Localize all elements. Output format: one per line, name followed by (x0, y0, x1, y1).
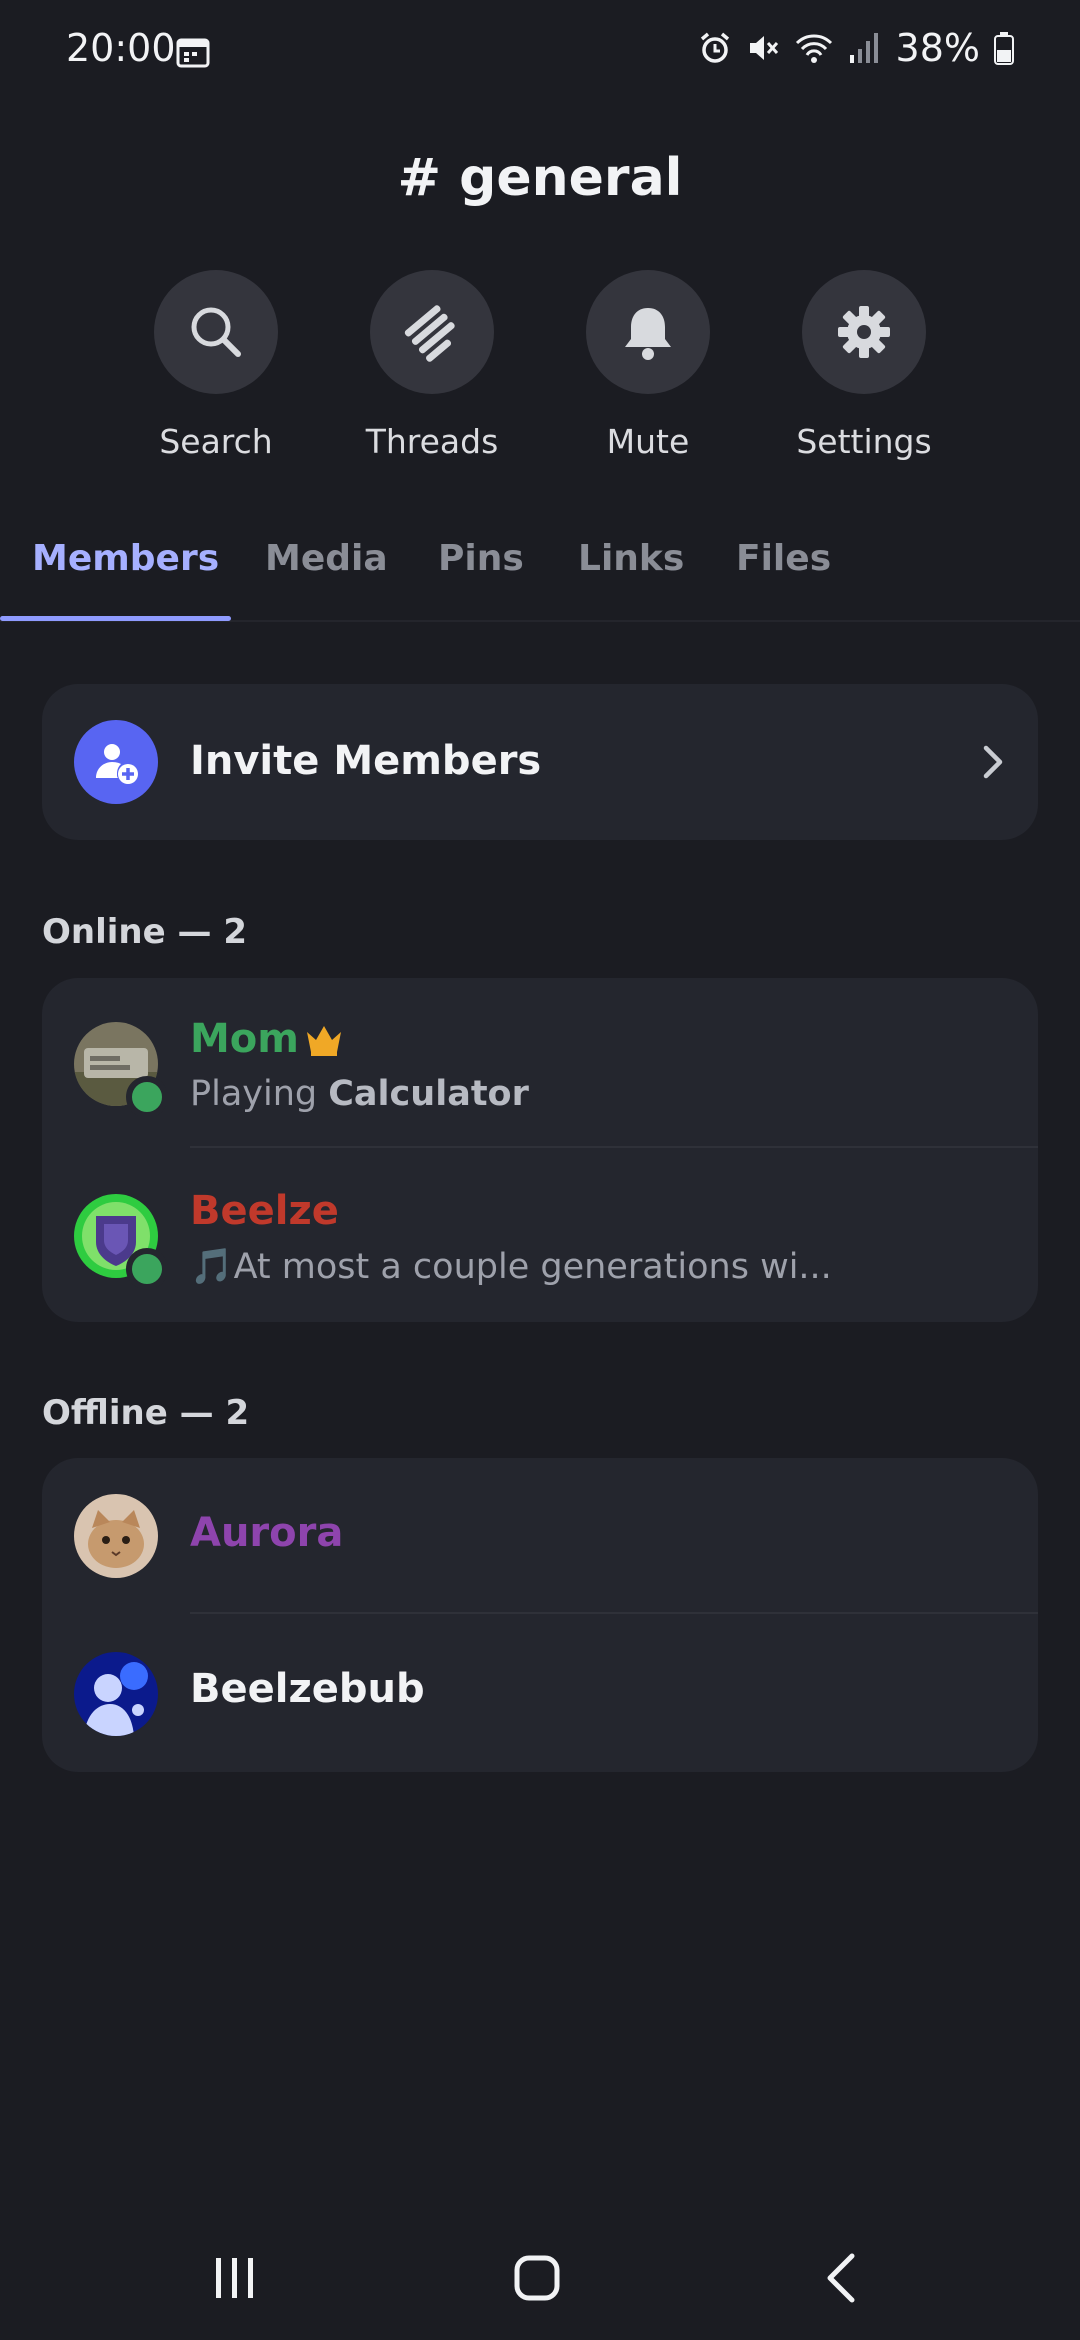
threads-button-circle (370, 270, 494, 394)
offline-members-card: Aurora Beelzebub (42, 1458, 1038, 1772)
status-bar: 20:00 38% (0, 0, 1080, 104)
signal-icon (849, 33, 878, 63)
mute-icon (749, 36, 778, 60)
back-button[interactable] (818, 2250, 868, 2306)
calendar-icon (176, 38, 210, 68)
mute-button-circle (586, 270, 710, 394)
bell-icon (625, 308, 671, 360)
gear-icon (838, 306, 890, 358)
home-button[interactable] (510, 2250, 566, 2306)
wifi-icon (795, 34, 832, 63)
member-row-aurora[interactable]: Aurora (42, 1458, 1038, 1614)
search-button[interactable]: Search (108, 270, 324, 461)
row-divider (190, 1146, 1038, 1148)
online-status-dot (126, 1076, 168, 1118)
online-members-card: Mom Playing Calculator Beelze 🎵At most a… (42, 978, 1038, 1322)
tab-links[interactable]: Links (578, 538, 684, 579)
threads-button[interactable]: Threads (324, 270, 540, 461)
invite-icon-circle (74, 720, 158, 804)
tab-files[interactable]: Files (736, 538, 831, 579)
member-row-beelzebub[interactable]: Beelzebub (42, 1614, 1038, 1772)
chevron-right-icon (983, 745, 1003, 779)
add-user-icon (96, 744, 138, 784)
online-status-dot (126, 1248, 168, 1290)
offline-header: Offline — 2 (42, 1393, 250, 1433)
channel-actions: Search Threads Mute Settings (0, 270, 1080, 470)
avatar-beelzebub-image (74, 1652, 158, 1736)
invite-members-button[interactable]: Invite Members (42, 684, 1038, 840)
mute-button[interactable]: Mute (540, 270, 756, 461)
avatar-aurora-image (74, 1494, 158, 1578)
tab-media[interactable]: Media (265, 538, 388, 579)
status-icons: 38% (698, 26, 1014, 70)
member-activity-mom: Playing Calculator (190, 1074, 529, 1114)
settings-button[interactable]: Settings (756, 270, 972, 461)
tab-active-indicator (0, 616, 231, 621)
settings-label: Settings (796, 422, 932, 461)
member-status-beelze: 🎵At most a couple generations wi... (190, 1247, 832, 1287)
mute-label: Mute (606, 422, 690, 461)
member-name-beelzebub: Beelzebub (190, 1666, 425, 1712)
alarm-icon (700, 32, 729, 63)
threads-label: Threads (365, 422, 499, 461)
recent-apps-button[interactable] (210, 2250, 260, 2306)
tab-members[interactable]: Members (32, 538, 219, 579)
status-time: 20:00 (66, 26, 176, 70)
settings-button-circle (802, 270, 926, 394)
battery-text: 38% (895, 26, 980, 70)
avatar (74, 1652, 158, 1736)
battery-icon (994, 32, 1014, 65)
tab-bar: Members Media Pins Links Files (0, 520, 1080, 622)
search-label: Search (159, 422, 273, 461)
member-row-beelze[interactable]: Beelze 🎵At most a couple generations wi.… (42, 1150, 1038, 1322)
member-name-aurora: Aurora (190, 1510, 344, 1556)
member-name-beelze: Beelze (190, 1188, 339, 1234)
search-button-circle (154, 270, 278, 394)
tab-pins[interactable]: Pins (438, 538, 524, 579)
music-note-emoji: 🎵 (190, 1247, 234, 1287)
avatar (74, 1494, 158, 1578)
search-icon (191, 307, 241, 357)
threads-icon (404, 305, 455, 362)
screen: 20:00 38% # general Search Threads Mute … (0, 0, 1080, 2340)
channel-title: # general (397, 148, 683, 208)
member-name-mom: Mom (190, 1016, 299, 1062)
member-row-mom[interactable]: Mom Playing Calculator (42, 978, 1038, 1152)
system-nav-bar (0, 2220, 1080, 2340)
online-header: Online — 2 (42, 912, 248, 952)
invite-members-label: Invite Members (190, 738, 542, 784)
crown-icon (307, 1026, 341, 1056)
